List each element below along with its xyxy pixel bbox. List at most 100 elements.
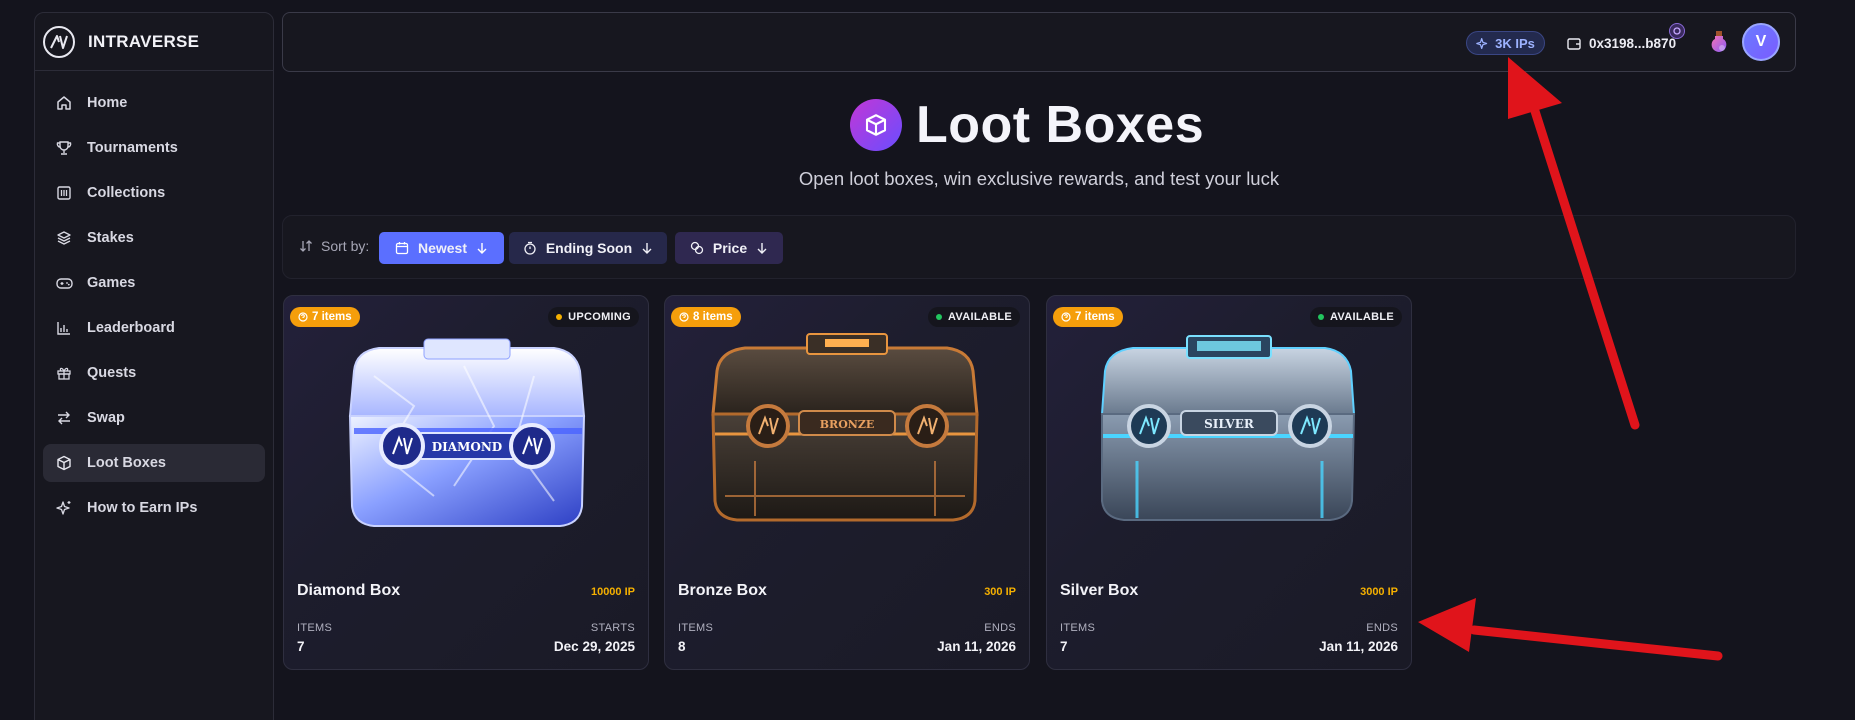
- sidebar-item-label: Stakes: [87, 230, 134, 246]
- loot-box-card-diamond[interactable]: DIAMOND 7 items UPCOMING Diamond Box 100…: [283, 295, 649, 670]
- sort-option-label: Ending Soon: [545, 240, 633, 256]
- sidebar-item-label: Tournaments: [87, 140, 178, 156]
- date-label: ENDS: [984, 622, 1016, 634]
- question-circle-icon: [298, 312, 308, 322]
- date-label: ENDS: [1366, 622, 1398, 634]
- brand-name: INTRAVERSE: [88, 31, 200, 51]
- items-count-text: 7 items: [1075, 311, 1115, 323]
- layers-icon: [55, 229, 73, 247]
- top-bar: 3K IPs 0x3198...b870 V: [282, 12, 1796, 72]
- sidebar-item-how-to-earn[interactable]: How to Earn IPs: [43, 489, 265, 527]
- items-count-text: 8 items: [693, 311, 733, 323]
- arrow-down-icon: [476, 242, 488, 254]
- trophy-icon: [55, 139, 73, 157]
- sidebar-item-label: How to Earn IPs: [87, 500, 198, 516]
- sidebar-item-stakes[interactable]: Stakes: [43, 219, 265, 257]
- status-badge: AVAILABLE: [1309, 307, 1402, 327]
- page-subtitle: Open loot boxes, win exclusive rewards, …: [798, 168, 1280, 189]
- annotation-arrow-card-price: [1418, 598, 1723, 661]
- wallet-address: 0x3198...b870: [1589, 35, 1677, 51]
- bronze-plate-text: BRONZE: [820, 418, 875, 431]
- card-title: Diamond Box: [297, 582, 401, 599]
- status-dot: [1317, 314, 1324, 320]
- sort-bar: Sort by: Newest Ending Soon Price: [282, 215, 1796, 279]
- swap-icon: [55, 409, 73, 427]
- sidebar-item-quests[interactable]: Quests: [43, 354, 265, 392]
- diamond-box-image: DIAMOND: [284, 296, 648, 566]
- ips-balance-badge[interactable]: 3K IPs: [1466, 31, 1545, 55]
- ips-balance-text: 3K IPs: [1495, 35, 1535, 51]
- sidebar-item-home[interactable]: Home: [43, 84, 265, 122]
- intraverse-logo-icon: [43, 25, 75, 58]
- sort-newest-button[interactable]: Newest: [379, 232, 504, 264]
- items-label: ITEMS: [297, 622, 333, 634]
- date-value: Dec 29, 2025: [553, 639, 635, 654]
- avatar-initial: V: [1755, 33, 1767, 50]
- status-text: AVAILABLE: [1329, 311, 1394, 323]
- items-count-text: 7 items: [312, 311, 352, 323]
- status-dot: [556, 314, 563, 320]
- stopwatch-icon: [523, 241, 537, 255]
- sparkle-icon: [1476, 37, 1489, 50]
- hero-title-row: Loot Boxes: [850, 95, 1204, 155]
- sidebar-item-label: Collections: [87, 185, 166, 201]
- date-label: STARTS: [590, 622, 635, 634]
- sidebar-item-games[interactable]: Games: [43, 264, 265, 302]
- collections-icon: [55, 184, 73, 202]
- card-price: 300 IP: [984, 586, 1016, 598]
- sidebar-item-leaderboard[interactable]: Leaderboard: [43, 309, 265, 347]
- arrow-down-icon: [641, 242, 653, 254]
- question-circle-icon: [679, 312, 689, 322]
- brand[interactable]: INTRAVERSE: [35, 13, 273, 71]
- silver-plate-text: SILVER: [1204, 417, 1255, 431]
- sort-label: Sort by:: [299, 238, 369, 254]
- sort-ending-soon-button[interactable]: Ending Soon: [509, 232, 667, 264]
- card-price: 3000 IP: [1360, 586, 1398, 598]
- sort-option-label: Price: [712, 240, 748, 256]
- items-value: 7: [1060, 639, 1068, 654]
- bar-chart-icon: [55, 319, 73, 337]
- potion-icon[interactable]: [1708, 29, 1730, 55]
- items-count-badge: 7 items: [290, 307, 360, 327]
- items-label: ITEMS: [678, 622, 714, 634]
- gift-icon: [55, 364, 73, 382]
- avatar[interactable]: V: [1742, 23, 1780, 61]
- status-dot: [935, 314, 942, 320]
- box-icon: [55, 454, 73, 472]
- status-text: AVAILABLE: [947, 311, 1012, 323]
- sidebar-item-label: Swap: [87, 410, 125, 426]
- status-badge: AVAILABLE: [927, 307, 1020, 327]
- home-icon: [55, 94, 73, 112]
- sort-arrows-icon: [299, 239, 313, 253]
- loot-box-card-bronze[interactable]: BRONZE 8 items AVAILABLE Bronze Box 300 …: [664, 295, 1030, 670]
- page-title: Loot Boxes: [916, 96, 1205, 154]
- sidebar-item-loot-boxes[interactable]: Loot Boxes: [43, 444, 265, 482]
- sparkle-icon: [55, 499, 73, 517]
- bronze-box-image: BRONZE: [665, 296, 1029, 566]
- sidebar: INTRAVERSE Home Tournaments Collections …: [34, 12, 274, 720]
- date-value: Jan 11, 2026: [1319, 639, 1398, 654]
- card-title: Silver Box: [1060, 582, 1139, 599]
- items-value: 7: [297, 639, 305, 654]
- wallet-button[interactable]: 0x3198...b870: [1567, 33, 1676, 53]
- box-icon: [850, 99, 902, 151]
- question-circle-icon: [1061, 312, 1071, 322]
- status-text: UPCOMING: [568, 311, 631, 323]
- items-count-badge: 7 items: [1053, 307, 1123, 327]
- sidebar-item-collections[interactable]: Collections: [43, 174, 265, 212]
- gamepad-icon: [55, 274, 73, 292]
- wallet-status-icon: [1669, 23, 1685, 39]
- arrow-down-icon: [756, 242, 768, 254]
- silver-box-image: SILVER: [1047, 296, 1411, 566]
- status-badge: UPCOMING: [548, 307, 639, 327]
- diamond-plate-text: DIAMOND: [432, 440, 502, 454]
- sort-price-button[interactable]: Price: [675, 232, 783, 264]
- sidebar-item-label: Quests: [87, 365, 137, 381]
- sidebar-item-tournaments[interactable]: Tournaments: [43, 129, 265, 167]
- loot-box-card-silver[interactable]: SILVER 7 items AVAILABLE Silver Box 3000…: [1046, 295, 1412, 670]
- sidebar-item-swap[interactable]: Swap: [43, 399, 265, 437]
- sidebar-item-label: Home: [87, 95, 128, 111]
- items-count-badge: 8 items: [671, 307, 741, 327]
- sidebar-item-label: Loot Boxes: [87, 455, 166, 471]
- card-price: 10000 IP: [590, 586, 635, 598]
